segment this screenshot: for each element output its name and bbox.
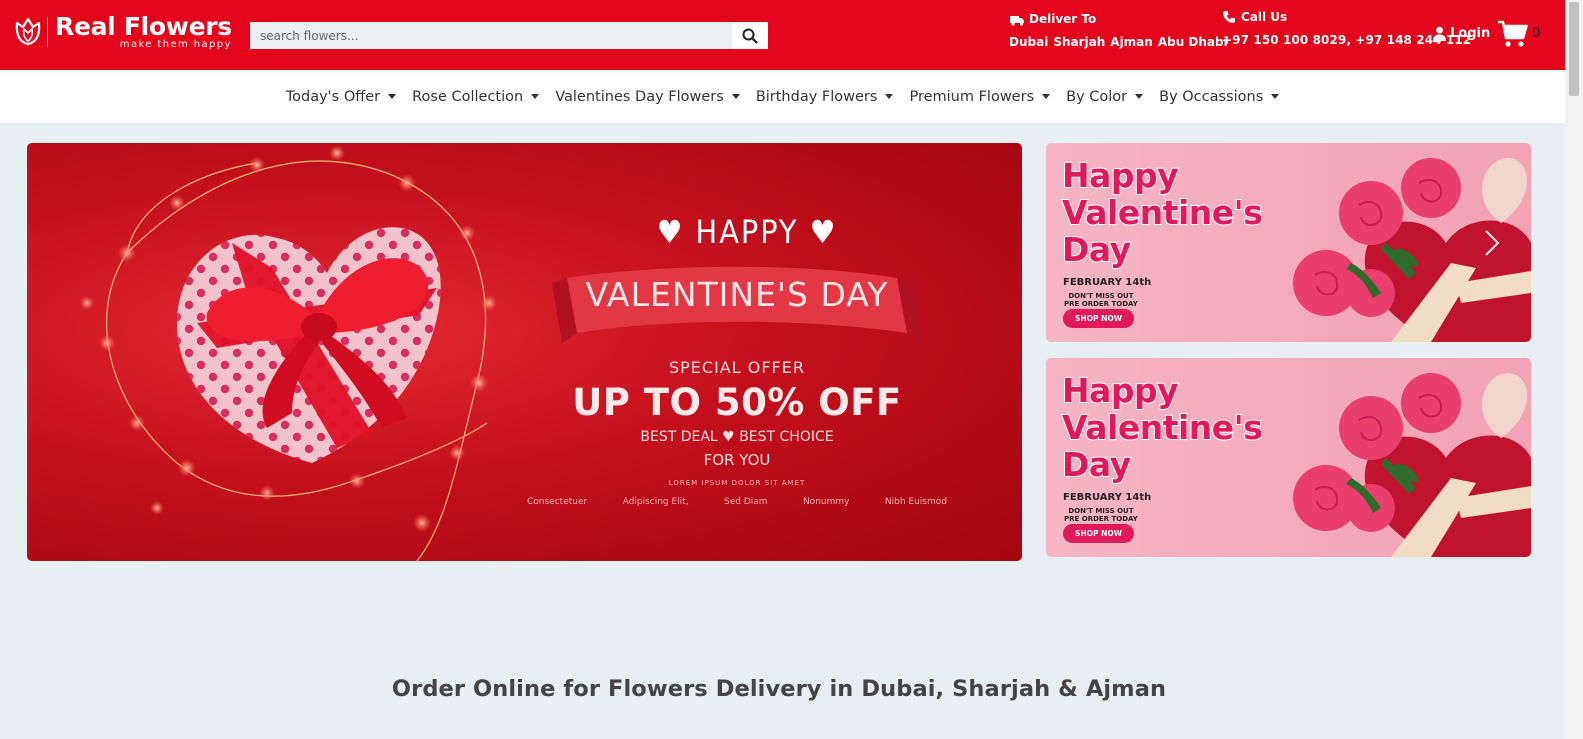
hero-lorem-words: Consectetuer Adipiscing Elit, Sed Diam N… xyxy=(527,497,947,507)
top-header: Real Flowers make them happy Deliver To … xyxy=(0,0,1565,70)
caret-down-icon xyxy=(388,94,397,99)
heart-icon: ♥ xyxy=(722,429,735,445)
hero-best-deal: BEST DEAL ♥ BEST CHOICE xyxy=(547,429,927,445)
valentine-side-banner-2[interactable]: Happy Valentine's Day FEBRUARY 14th DON'… xyxy=(1046,358,1531,557)
roses-and-heart-box-illustration xyxy=(1293,373,1531,557)
search-bar xyxy=(250,22,768,49)
caret-down-icon xyxy=(1042,94,1051,99)
side-banner-subtext: DON'T MISS OUT PRE ORDER TODAY xyxy=(1064,292,1138,308)
hero-happy: ♥ HAPPY ♥ xyxy=(547,213,947,251)
nav-label: Valentines Day Flowers xyxy=(555,88,724,105)
nav-by-color[interactable]: By Color xyxy=(1066,88,1144,105)
heart-icon: ♥ xyxy=(809,213,838,251)
hero-title: VALENTINE'S DAY xyxy=(585,275,889,314)
hero-banner[interactable]: ♥ HAPPY ♥ VALENTINE'S DAY SPECIAL OFFER … xyxy=(27,143,1022,561)
cart-icon xyxy=(1498,20,1528,47)
city-link-ajman[interactable]: Ajman xyxy=(1110,35,1153,49)
nav-label: Birthday Flowers xyxy=(755,88,878,105)
lorem-word: Sed Diam xyxy=(723,497,768,507)
caret-down-icon xyxy=(1271,94,1280,99)
best-deal-label: BEST DEAL xyxy=(640,429,718,445)
nav-rose-collection[interactable]: Rose Collection xyxy=(412,88,540,105)
nav-birthday-flowers[interactable]: Birthday Flowers xyxy=(756,89,894,105)
cart-count: 0 xyxy=(1532,26,1541,41)
subtext-line: PRE ORDER TODAY xyxy=(1064,300,1138,308)
cart-button[interactable]: 0 xyxy=(1497,20,1540,48)
hero-discount: UP TO 50% OFF xyxy=(572,381,902,424)
login-label: Login xyxy=(1450,26,1491,41)
phone-icon xyxy=(1223,11,1235,23)
lorem-word: Nibh Euismod xyxy=(884,497,947,507)
brand-tagline: make them happy xyxy=(119,39,232,50)
hero-lorem: LOREM IPSUM DOLOR SIT AMET xyxy=(668,479,806,487)
subtext-line: DON'T MISS OUT xyxy=(1068,507,1134,515)
nav-label: Premium Flowers xyxy=(909,88,1035,105)
shop-now-button[interactable]: SHOP NOW xyxy=(1063,524,1134,543)
side-banner-subtext: DON'T MISS OUT PRE ORDER TODAY xyxy=(1064,507,1138,523)
section-heading: Order Online for Flowers Delivery in Dub… xyxy=(391,676,1167,702)
shop-now-button[interactable]: SHOP NOW xyxy=(1063,309,1134,328)
nav-todays-offer[interactable]: Today's Offer xyxy=(285,88,397,105)
delivery-truck-icon xyxy=(1010,16,1024,26)
nav-label: Rose Collection xyxy=(412,88,524,105)
main-nav: Today's Offer Rose Collection Valentines… xyxy=(0,70,1565,123)
user-icon xyxy=(1433,26,1446,41)
nav-valentines-day-flowers[interactable]: Valentines Day Flowers xyxy=(555,89,740,105)
caret-down-icon xyxy=(731,94,740,99)
search-icon xyxy=(742,28,758,44)
nav-by-occassions[interactable]: By Occassions xyxy=(1159,88,1280,105)
city-link-sharjah[interactable]: Sharjah xyxy=(1053,35,1105,49)
nav-label: By Occassions xyxy=(1159,88,1264,105)
side-banner-date: FEBRUARY 14th xyxy=(1063,277,1152,288)
city-link-dubai[interactable]: Dubai xyxy=(1009,35,1048,49)
hero-happy-label: HAPPY xyxy=(695,213,799,251)
nav-label: By Color xyxy=(1066,88,1128,105)
call-label: Call Us xyxy=(1241,10,1288,24)
city-link-abu-dhabi[interactable]: Abu Dhabi xyxy=(1158,35,1228,49)
hero-for-you: FOR YOU xyxy=(703,451,771,469)
heart-gift-box-illustration xyxy=(80,145,497,561)
search-button[interactable] xyxy=(732,22,768,49)
deliver-label: Deliver To xyxy=(1029,12,1097,26)
caret-down-icon xyxy=(531,94,540,99)
heart-icon: ♥ xyxy=(656,213,685,251)
site-logo[interactable]: Real Flowers make them happy xyxy=(14,14,232,50)
chevron-right-icon[interactable] xyxy=(1483,229,1501,257)
brand-name: Real Flowers xyxy=(55,12,232,41)
valentine-side-banner-1[interactable]: Happy Valentine's Day FEBRUARY 14th DON'… xyxy=(1046,143,1531,342)
best-choice-label: BEST CHOICE xyxy=(739,429,834,445)
page-scrollbar[interactable] xyxy=(1565,0,1583,739)
scrollbar-thumb[interactable] xyxy=(1569,2,1579,96)
caret-down-icon xyxy=(1135,94,1144,99)
caret-down-icon xyxy=(885,94,894,99)
lorem-word: Consectetuer xyxy=(527,497,588,507)
subtext-line: PRE ORDER TODAY xyxy=(1064,515,1138,523)
logo-divider xyxy=(47,17,48,47)
nav-premium-flowers[interactable]: Premium Flowers xyxy=(909,88,1051,105)
subtext-line: DON'T MISS OUT xyxy=(1068,292,1134,300)
login-button[interactable]: Login xyxy=(1432,26,1490,41)
lorem-word: Nonummy xyxy=(802,497,850,507)
nav-label: Today's Offer xyxy=(285,88,381,105)
hero-special-offer: SPECIAL OFFER xyxy=(669,358,805,377)
side-banner-date: FEBRUARY 14th xyxy=(1063,492,1152,503)
tulip-logo-icon xyxy=(15,17,41,46)
search-input[interactable] xyxy=(250,22,732,49)
lorem-word: Adipiscing Elit, xyxy=(622,497,689,507)
hero-offer-text: ♥ HAPPY ♥ VALENTINE'S DAY SPECIAL OFFER … xyxy=(527,213,947,507)
deliver-to: Deliver To Dubai Sharjah Ajman Abu Dhabi xyxy=(1009,12,1228,49)
